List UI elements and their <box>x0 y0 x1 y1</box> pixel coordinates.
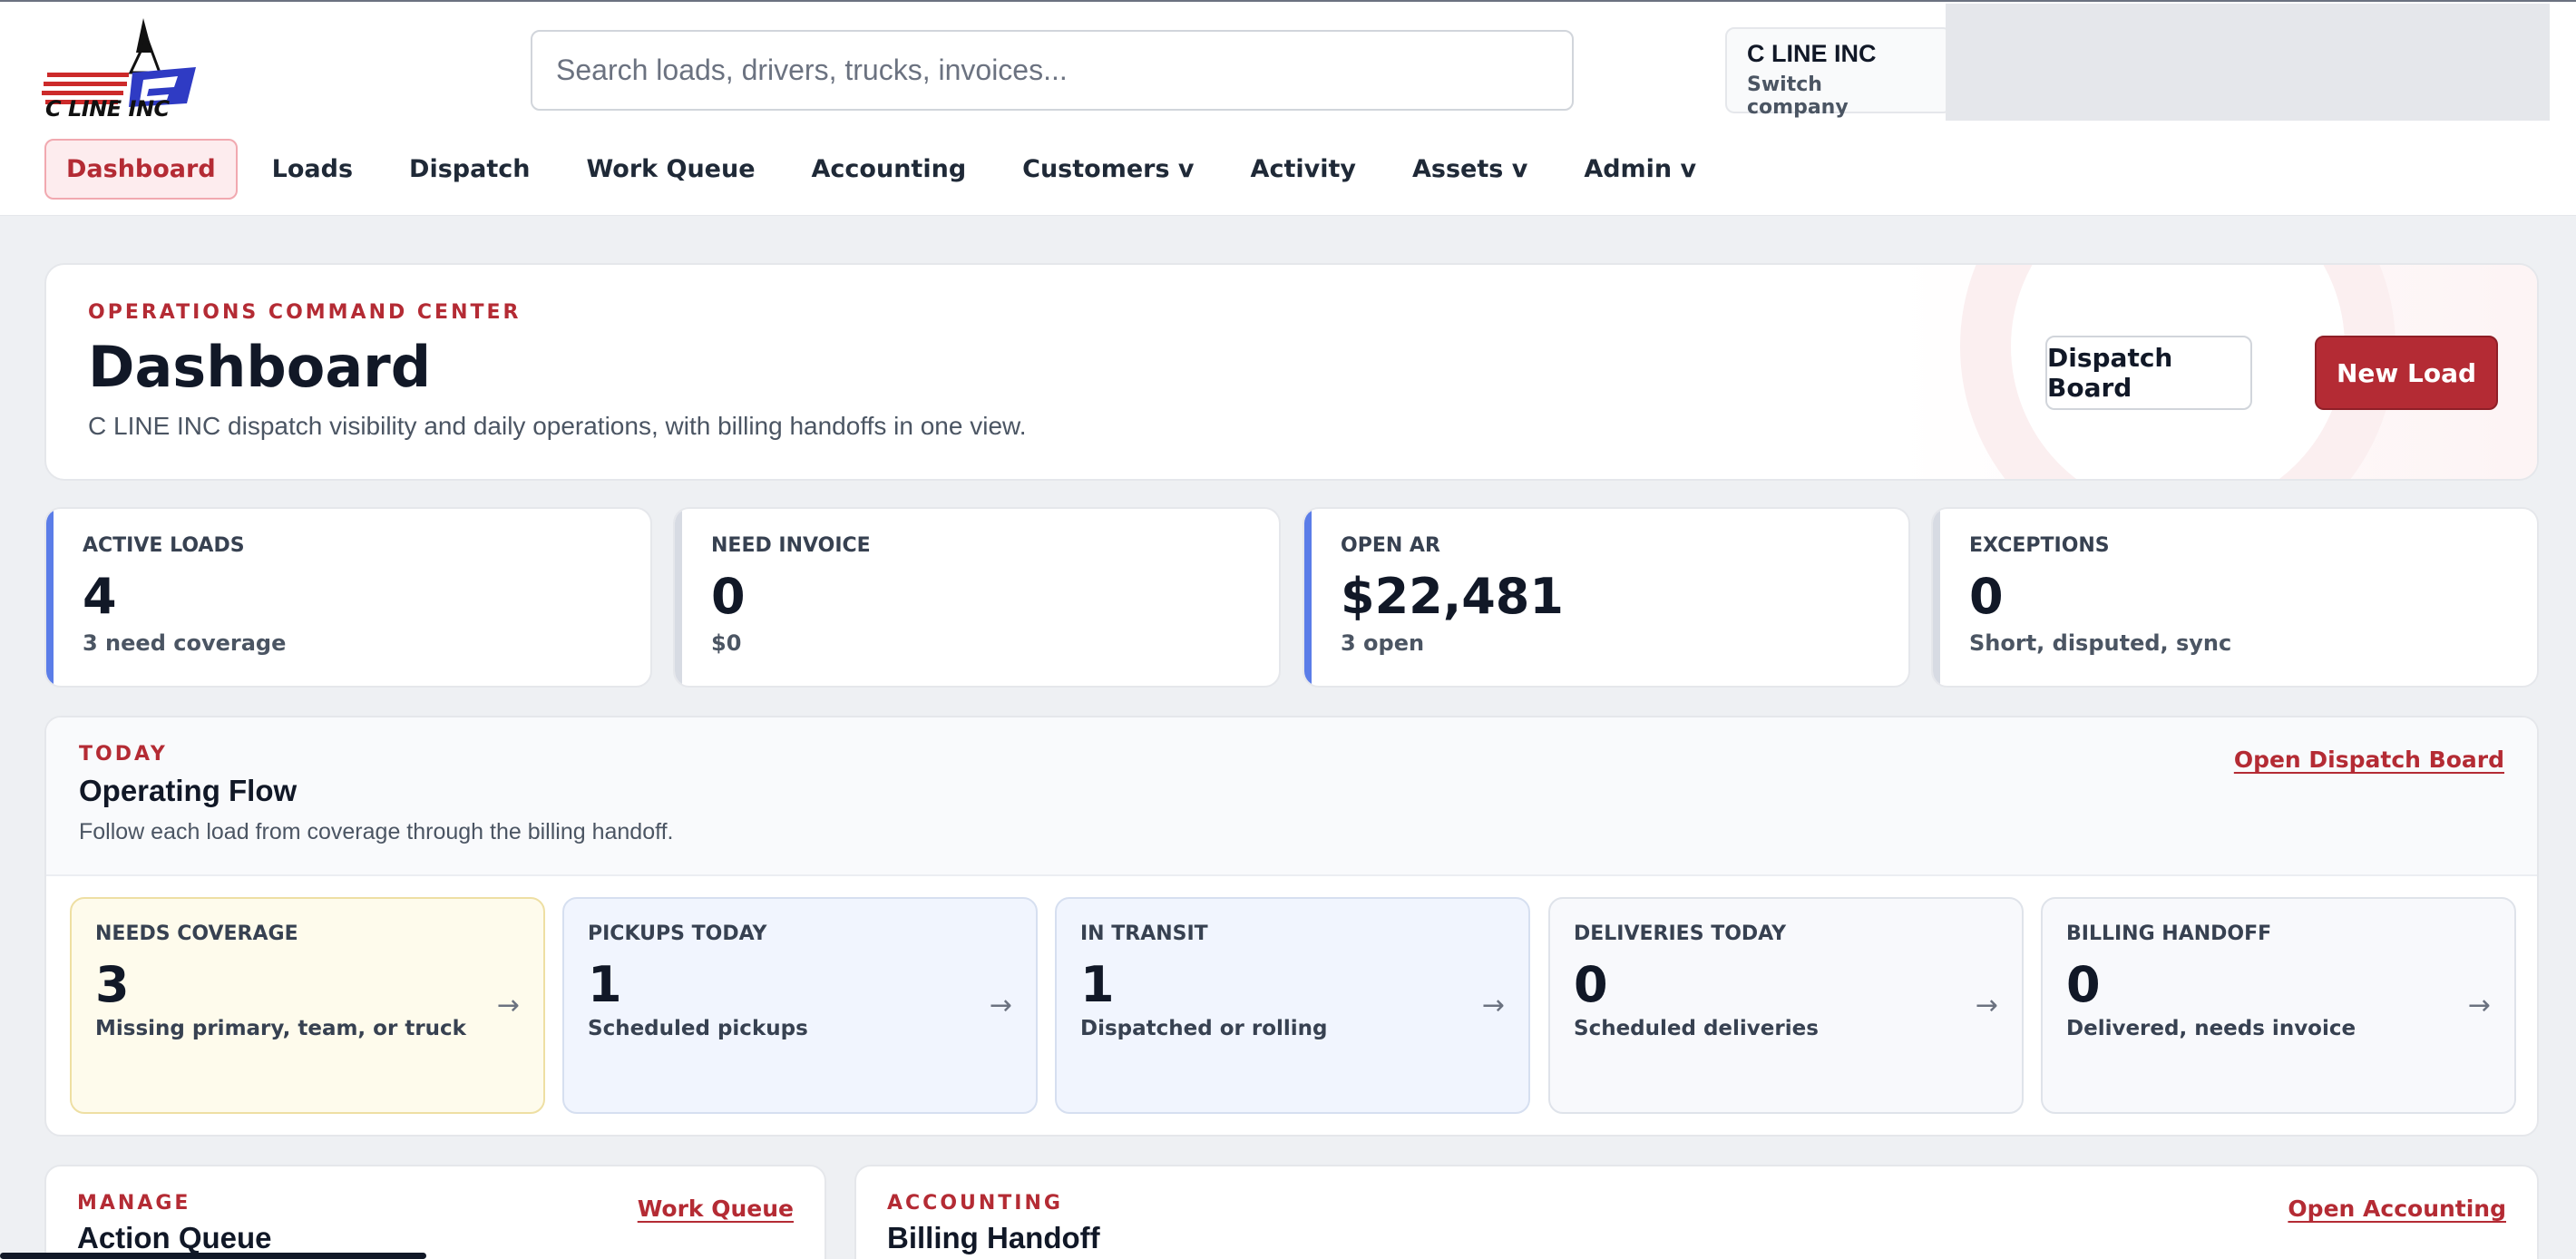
flow-card-label: PICKUPS TODAY <box>588 922 767 945</box>
nav-activity[interactable]: Activity <box>1229 139 1378 200</box>
kpi-label: NEED INVOICE <box>711 534 871 557</box>
open-accounting-link[interactable]: Open Accounting <box>2288 1196 2506 1222</box>
flow-title: Operating Flow <box>79 774 298 807</box>
flow-card-label: BILLING HANDOFF <box>2066 922 2272 945</box>
open-dispatch-board-link[interactable]: Open Dispatch Board <box>2234 747 2504 773</box>
flow-card-needs-coverage[interactable]: NEEDS COVERAGE 3 Missing primary, team, … <box>70 897 545 1114</box>
kpi-value: $22,481 <box>1341 568 1564 625</box>
global-search-input[interactable]: Search loads, drivers, trucks, invoices.… <box>531 30 1574 111</box>
action-queue-panel: MANAGE Action Queue Work Queue <box>44 1165 826 1259</box>
kpi-value: 0 <box>1969 568 2004 625</box>
flow-card-label: DELIVERIES TODAY <box>1574 922 1787 945</box>
company-switcher[interactable]: C LINE INC Switch company <box>1725 27 1952 119</box>
arrow-right-icon: → <box>1481 990 1505 1021</box>
nav-accounting[interactable]: Accounting <box>790 139 989 200</box>
nav-dashboard[interactable]: Dashboard <box>44 139 238 200</box>
flow-card-deliveries-today[interactable]: DELIVERIES TODAY 0 Scheduled deliveries … <box>1548 897 2024 1114</box>
operating-flow-panel: TODAY Operating Flow Follow each load fr… <box>44 716 2539 1137</box>
new-load-button[interactable]: New Load <box>2315 336 2498 410</box>
flow-card-sub: Scheduled pickups <box>588 1017 808 1040</box>
nav-admin-dropdown[interactable]: Admin v <box>1562 139 1718 200</box>
main-nav: Dashboard Loads Dispatch Work Queue Acco… <box>44 139 1731 200</box>
kpi-card-exceptions[interactable]: EXCEPTIONS 0 Short, disputed, sync <box>1931 507 2539 688</box>
nav-loads[interactable]: Loads <box>250 139 375 200</box>
kpi-label: OPEN AR <box>1341 534 1440 557</box>
kpi-sub: 3 open <box>1341 630 1425 656</box>
kpi-card-active-loads[interactable]: ACTIVE LOADS 4 3 need coverage <box>44 507 652 688</box>
action-queue-eyebrow: MANAGE <box>77 1192 191 1215</box>
kpi-sub: $0 <box>711 630 742 656</box>
arrow-right-icon: → <box>496 990 520 1021</box>
kpi-sub: Short, disputed, sync <box>1969 630 2232 656</box>
arrow-right-icon: → <box>989 990 1012 1021</box>
header-placeholder <box>1946 4 2550 121</box>
hero-eyebrow: OPERATIONS COMMAND CENTER <box>88 301 522 324</box>
nav-dispatch[interactable]: Dispatch <box>387 139 551 200</box>
action-queue-title: Action Queue <box>77 1221 272 1254</box>
arrow-right-icon: → <box>2467 990 2491 1021</box>
flow-card-value: 0 <box>1574 956 1608 1013</box>
horizontal-scrollbar[interactable] <box>0 1253 426 1259</box>
flow-card-value: 1 <box>588 956 622 1013</box>
flow-card-label: IN TRANSIT <box>1080 922 1208 945</box>
billing-handoff-panel: ACCOUNTING Billing Handoff Open Accounti… <box>854 1165 2539 1259</box>
flow-eyebrow: TODAY <box>79 743 168 766</box>
flow-card-sub: Dispatched or rolling <box>1080 1017 1328 1040</box>
flow-card-sub: Delivered, needs invoice <box>2066 1017 2356 1040</box>
top-bar: C LINE INC Search loads, drivers, trucks… <box>0 0 2576 216</box>
company-name: C LINE INC <box>1747 40 1877 67</box>
flow-card-billing-handoff[interactable]: BILLING HANDOFF 0 Delivered, needs invoi… <box>2041 897 2516 1114</box>
flow-card-sub: Scheduled deliveries <box>1574 1017 1819 1040</box>
dashboard-hero: OPERATIONS COMMAND CENTER Dashboard C LI… <box>44 263 2539 481</box>
switch-company-link[interactable]: Switch company <box>1747 73 1930 119</box>
page-subtitle: C LINE INC dispatch visibility and daily… <box>88 412 1027 440</box>
nav-customers-dropdown[interactable]: Customers v <box>1000 139 1215 200</box>
billing-handoff-title: Billing Handoff <box>887 1221 1100 1254</box>
flow-card-sub: Missing primary, team, or truck <box>95 1017 466 1040</box>
flow-card-value: 3 <box>95 956 130 1013</box>
page-title: Dashboard <box>88 334 432 400</box>
flow-card-pickups-today[interactable]: PICKUPS TODAY 1 Scheduled pickups → <box>562 897 1038 1114</box>
company-logo-text: C LINE INC <box>45 96 170 122</box>
kpi-value: 0 <box>711 568 746 625</box>
flow-card-label: NEEDS COVERAGE <box>95 922 298 945</box>
dispatch-board-button[interactable]: Dispatch Board <box>2045 336 2252 410</box>
kpi-label: EXCEPTIONS <box>1969 534 2110 557</box>
kpi-sub: 3 need coverage <box>83 630 287 656</box>
kpi-card-open-ar[interactable]: OPEN AR $22,481 3 open <box>1303 507 1910 688</box>
nav-work-queue[interactable]: Work Queue <box>564 139 776 200</box>
flow-card-value: 0 <box>2066 956 2101 1013</box>
kpi-card-need-invoice[interactable]: NEED INVOICE 0 $0 <box>673 507 1281 688</box>
flow-subtitle: Follow each load from coverage through t… <box>79 819 674 844</box>
nav-assets-dropdown[interactable]: Assets v <box>1390 139 1549 200</box>
flow-card-in-transit[interactable]: IN TRANSIT 1 Dispatched or rolling → <box>1055 897 1530 1114</box>
kpi-label: ACTIVE LOADS <box>83 534 245 557</box>
operating-flow-header: TODAY Operating Flow Follow each load fr… <box>46 717 2537 876</box>
kpi-value: 4 <box>83 568 117 625</box>
arrow-right-icon: → <box>1975 990 1998 1021</box>
work-queue-link[interactable]: Work Queue <box>638 1196 794 1222</box>
billing-handoff-eyebrow: ACCOUNTING <box>887 1192 1063 1215</box>
flow-card-value: 1 <box>1080 956 1115 1013</box>
